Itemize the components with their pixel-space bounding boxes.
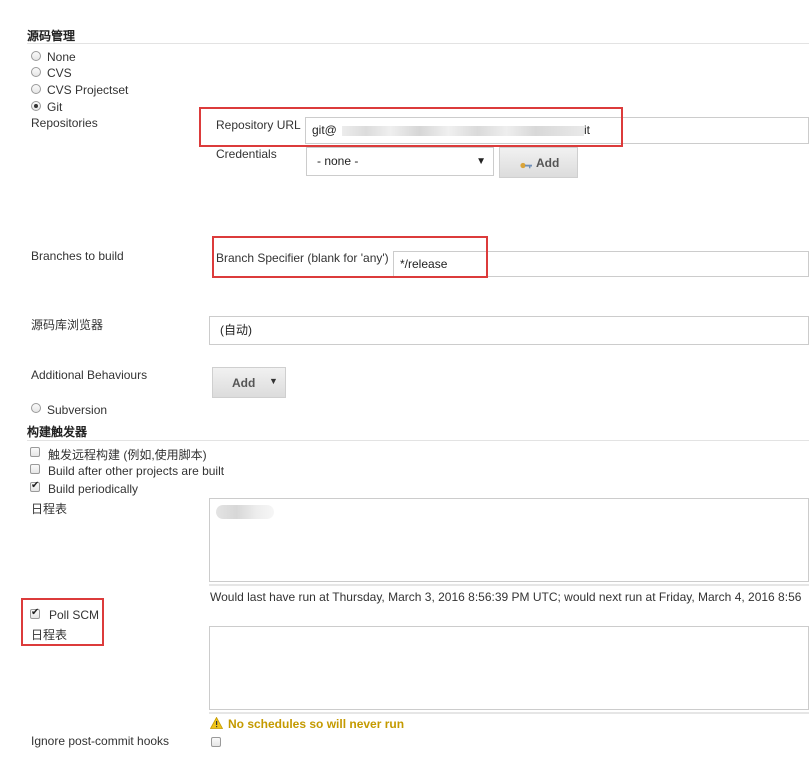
periodic-info-text: Would last have run at Thursday, March 3… — [210, 590, 802, 604]
radio-git[interactable] — [31, 101, 41, 111]
credentials-add-button[interactable]: Add — [499, 147, 578, 178]
radio-subversion[interactable] — [31, 403, 41, 413]
checkbox-remote-trigger-label: 触发远程构建 (例如,使用脚本) — [48, 448, 207, 462]
credentials-select[interactable]: - none - ▼ — [306, 147, 494, 176]
periodic-schedule-label: 日程表 — [31, 502, 68, 516]
radio-none-label: None — [47, 50, 76, 64]
additional-behaviours-add-button[interactable]: Add ▼ — [212, 367, 286, 398]
ignore-hooks-label: Ignore post-commit hooks — [31, 734, 170, 748]
checkbox-build-after-label: Build after other projects are built — [48, 464, 225, 478]
periodic-schedule-textarea[interactable] — [209, 498, 809, 582]
checkbox-build-periodically-label: Build periodically — [48, 482, 139, 496]
scm-section-title: 源码管理 — [27, 29, 76, 43]
additional-add-label: Add — [232, 376, 256, 390]
radio-none[interactable] — [31, 51, 41, 61]
credentials-label: Credentials — [216, 147, 277, 161]
checkbox-ignore-hooks[interactable] — [211, 737, 221, 747]
checkbox-remote-trigger[interactable] — [30, 447, 40, 457]
poll-schedule-textarea[interactable] — [209, 626, 809, 710]
triggers-section-title: 构建触发器 — [27, 425, 88, 439]
credentials-value: - none - — [317, 154, 359, 168]
repository-browser-select[interactable]: (自动) — [209, 316, 809, 345]
highlight-repository-url — [199, 107, 623, 147]
textarea-resize-bar-2[interactable] — [209, 712, 809, 714]
radio-cvs-projectset-label: CVS Projectset — [47, 83, 129, 97]
caret-down-icon: ▼ — [269, 376, 278, 386]
branches-label: Branches to build — [31, 249, 124, 263]
redacted-schedule-blur — [216, 505, 274, 519]
credentials-add-label: Add — [536, 156, 560, 170]
chevron-down-icon: ▼ — [476, 156, 486, 167]
highlight-branch-specifier — [212, 236, 488, 278]
repositories-label: Repositories — [31, 116, 98, 130]
radio-cvs-label: CVS — [47, 66, 72, 80]
scm-section-divider — [27, 43, 809, 44]
radio-subversion-label: Subversion — [47, 403, 108, 417]
radio-cvs-projectset[interactable] — [31, 84, 41, 94]
triggers-section-divider — [27, 440, 809, 441]
highlight-poll-scm — [21, 598, 104, 646]
checkbox-build-after[interactable] — [30, 464, 40, 474]
no-schedules-warning: No schedules so will never run — [228, 717, 405, 731]
textarea-resize-bar[interactable] — [209, 584, 809, 586]
checkbox-build-periodically[interactable] — [30, 480, 40, 492]
key-icon — [520, 159, 532, 173]
radio-cvs[interactable] — [31, 67, 41, 77]
additional-behaviours-label: Additional Behaviours — [31, 368, 148, 382]
warning-icon — [209, 716, 224, 732]
radio-git-label: Git — [47, 100, 63, 114]
repository-browser-label: 源码库浏览器 — [31, 318, 104, 332]
